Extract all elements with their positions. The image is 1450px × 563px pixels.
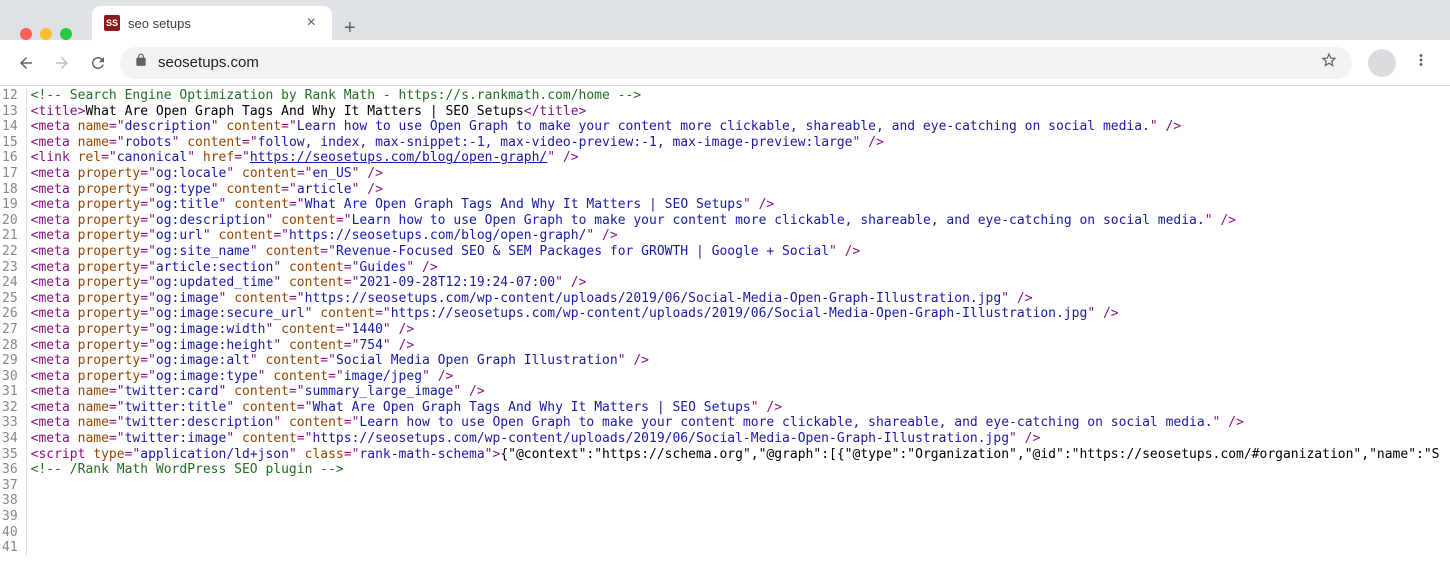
browser-chrome: SS seo setups × + seosetups.com <box>0 0 1450 86</box>
line-number: 39 <box>0 509 20 525</box>
code-line: <meta property="og:title" content="What … <box>31 197 1440 213</box>
arrow-right-icon <box>53 54 71 72</box>
line-number: 24 <box>0 275 20 291</box>
code-line <box>31 478 1440 494</box>
code-line <box>31 509 1440 525</box>
line-number: 40 <box>0 525 20 541</box>
code-line: <meta property="article:section" content… <box>31 260 1440 276</box>
line-number: 35 <box>0 447 20 463</box>
source-code-content[interactable]: <!-- Search Engine Optimization by Rank … <box>27 88 1440 556</box>
code-line: <meta property="og:image:alt" content="S… <box>31 353 1440 369</box>
close-window-button[interactable] <box>20 28 32 40</box>
line-number: 23 <box>0 260 20 276</box>
code-line: <meta property="og:image:width" content=… <box>31 322 1440 338</box>
line-number: 21 <box>0 228 20 244</box>
line-number: 29 <box>0 353 20 369</box>
line-number-gutter: 1213141516171819202122232425262728293031… <box>0 88 27 556</box>
browser-toolbar: seosetups.com <box>0 40 1450 86</box>
line-number: 19 <box>0 197 20 213</box>
line-number: 37 <box>0 478 20 494</box>
bookmark-button[interactable] <box>1320 51 1338 74</box>
line-number: 14 <box>0 119 20 135</box>
code-line <box>31 540 1440 556</box>
line-number: 20 <box>0 213 20 229</box>
maximize-window-button[interactable] <box>60 28 72 40</box>
line-number: 36 <box>0 462 20 478</box>
code-line: <meta name="twitter:title" content="What… <box>31 400 1440 416</box>
code-line: <meta property="og:image:type" content="… <box>31 369 1440 385</box>
arrow-left-icon <box>17 54 35 72</box>
code-line: <meta property="og:image:height" content… <box>31 338 1440 354</box>
line-number: 27 <box>0 322 20 338</box>
code-line: <meta property="og:updated_time" content… <box>31 275 1440 291</box>
tab-favicon: SS <box>104 15 120 31</box>
line-number: 26 <box>0 306 20 322</box>
line-number: 12 <box>0 88 20 104</box>
code-line: <script type="application/ld+json" class… <box>31 447 1440 463</box>
code-line: <meta name="twitter:description" content… <box>31 415 1440 431</box>
reload-icon <box>89 54 107 72</box>
line-number: 15 <box>0 135 20 151</box>
source-code-viewer: 1213141516171819202122232425262728293031… <box>0 86 1450 556</box>
code-line: <meta property="og:description" content=… <box>31 213 1440 229</box>
line-number: 16 <box>0 150 20 166</box>
line-number: 33 <box>0 415 20 431</box>
line-number: 41 <box>0 540 20 556</box>
code-line: <meta property="og:site_name" content="R… <box>31 244 1440 260</box>
code-line: <meta name="twitter:image" content="http… <box>31 431 1440 447</box>
browser-menu-button[interactable] <box>1404 51 1438 74</box>
lock-icon <box>134 53 148 72</box>
line-number: 30 <box>0 369 20 385</box>
minimize-window-button[interactable] <box>40 28 52 40</box>
code-line: <meta property="og:type" content="articl… <box>31 182 1440 198</box>
code-line: <link rel="canonical" href="https://seos… <box>31 150 1440 166</box>
tab-strip: SS seo setups × + <box>0 0 1450 40</box>
line-number: 34 <box>0 431 20 447</box>
line-number: 38 <box>0 493 20 509</box>
code-line: <meta property="og:image:secure_url" con… <box>31 306 1440 322</box>
code-line: <!-- Search Engine Optimization by Rank … <box>31 88 1440 104</box>
line-number: 13 <box>0 104 20 120</box>
line-number: 22 <box>0 244 20 260</box>
line-number: 25 <box>0 291 20 307</box>
new-tab-button[interactable]: + <box>332 17 368 40</box>
line-number: 32 <box>0 400 20 416</box>
code-line <box>31 493 1440 509</box>
browser-tab[interactable]: SS seo setups × <box>92 6 332 40</box>
line-number: 31 <box>0 384 20 400</box>
back-button[interactable] <box>12 49 40 77</box>
reload-button[interactable] <box>84 49 112 77</box>
line-number: 17 <box>0 166 20 182</box>
address-bar[interactable]: seosetups.com <box>120 47 1352 79</box>
window-controls <box>12 14 84 40</box>
code-line: <!-- /Rank Math WordPress SEO plugin --> <box>31 462 1440 478</box>
tab-title: seo setups <box>128 16 295 31</box>
code-line <box>31 525 1440 541</box>
forward-button[interactable] <box>48 49 76 77</box>
code-line: <meta property="og:url" content="https:/… <box>31 228 1440 244</box>
code-line: <meta name="twitter:card" content="summa… <box>31 384 1440 400</box>
close-tab-button[interactable]: × <box>303 14 320 32</box>
code-line: <meta property="og:image" content="https… <box>31 291 1440 307</box>
code-line: <meta name="robots" content="follow, ind… <box>31 135 1440 151</box>
url-text: seosetups.com <box>158 54 1310 71</box>
code-line: <title>What Are Open Graph Tags And Why … <box>31 104 1440 120</box>
profile-avatar[interactable] <box>1368 49 1396 77</box>
line-number: 18 <box>0 182 20 198</box>
line-number: 28 <box>0 338 20 354</box>
code-line: <meta property="og:locale" content="en_U… <box>31 166 1440 182</box>
code-line: <meta name="description" content="Learn … <box>31 119 1440 135</box>
